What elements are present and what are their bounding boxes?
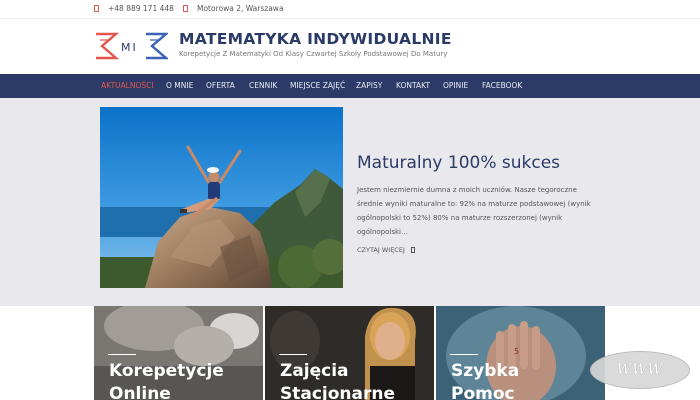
logo-mark-icon: MI (96, 32, 170, 60)
nav-item-opinie[interactable]: OPINIE (443, 81, 468, 90)
site-logo[interactable]: MI (94, 28, 170, 64)
read-more-link[interactable]: CZYTAJ WIĘCEJ (357, 246, 415, 254)
post-excerpt: Jestem niezmiernie dumna z moich uczniów… (357, 186, 591, 236)
top-info-bar: +48 889 171 448 Motorowa 2, Warszawa (0, 0, 700, 19)
tile-szybka-pomoc[interactable]: 5 Szybka Pomoc (436, 306, 605, 400)
nav-item-oferta[interactable]: OFERTA (206, 81, 235, 90)
phone-icon (94, 5, 99, 12)
featured-post-image[interactable] (100, 107, 343, 288)
tile-korepetycje-online[interactable]: Korepetycje Online (94, 306, 263, 400)
site-subtitle: Korepetycje Z Matematyki Od Klasy Czwart… (179, 50, 448, 58)
svg-text:5: 5 (514, 347, 519, 356)
featured-post-section: Maturalny 100% sukces Jestem niezmiernie… (0, 98, 700, 306)
phone-info[interactable]: +48 889 171 448 (94, 4, 174, 13)
post-title[interactable]: Maturalny 100% sukces (357, 153, 560, 173)
address-info: Motorowa 2, Warszawa (183, 4, 284, 13)
address-text: Motorowa 2, Warszawa (197, 4, 284, 13)
nav-item-aktualnosci[interactable]: AKTUALNOŚCI (101, 81, 154, 90)
nav-item-cennik[interactable]: CENNIK (249, 81, 277, 90)
read-more-label: CZYTAJ WIĘCEJ (357, 246, 405, 254)
tile-label: Szybka Pomoc (451, 361, 520, 400)
nav-item-o-mnie[interactable]: O MNIE (166, 81, 193, 90)
tile-label: Zajęcia Stacjonarne (280, 361, 396, 400)
site-title[interactable]: MATEMATYKA INDYWIDUALNIE (179, 30, 452, 48)
nav-item-facebook[interactable]: FACEBOOK (482, 81, 522, 90)
nav-item-kontakt[interactable]: KONTAKT (396, 81, 430, 90)
tile-zajecia-stacjonarne[interactable]: Zajęcia Stacjonarne (265, 306, 434, 400)
phone-number: +48 889 171 448 (108, 4, 174, 13)
location-icon (183, 5, 188, 12)
tile-label: Korepetycje Online (109, 361, 224, 400)
site-header: MI MATEMATYKA INDYWIDUALNIE Korepetycje … (0, 20, 700, 74)
arrow-right-icon (410, 247, 415, 253)
logo-text: MI (121, 41, 138, 54)
nav-item-miejsce-zajec[interactable]: MIEJSCE ZAJĘĆ (290, 81, 345, 90)
nav-item-zapisy[interactable]: ZAPISY (356, 81, 382, 90)
tile-divider (279, 354, 307, 355)
feature-tiles: Korepetycje Online Zajęcia Stacjonarne 5… (0, 306, 700, 400)
tile-divider (450, 354, 478, 355)
tile-divider (108, 354, 136, 355)
www-badge[interactable]: WWW (590, 351, 690, 389)
main-nav: AKTUALNOŚCI O MNIE OFERTA CENNIK MIEJSCE… (0, 74, 700, 98)
